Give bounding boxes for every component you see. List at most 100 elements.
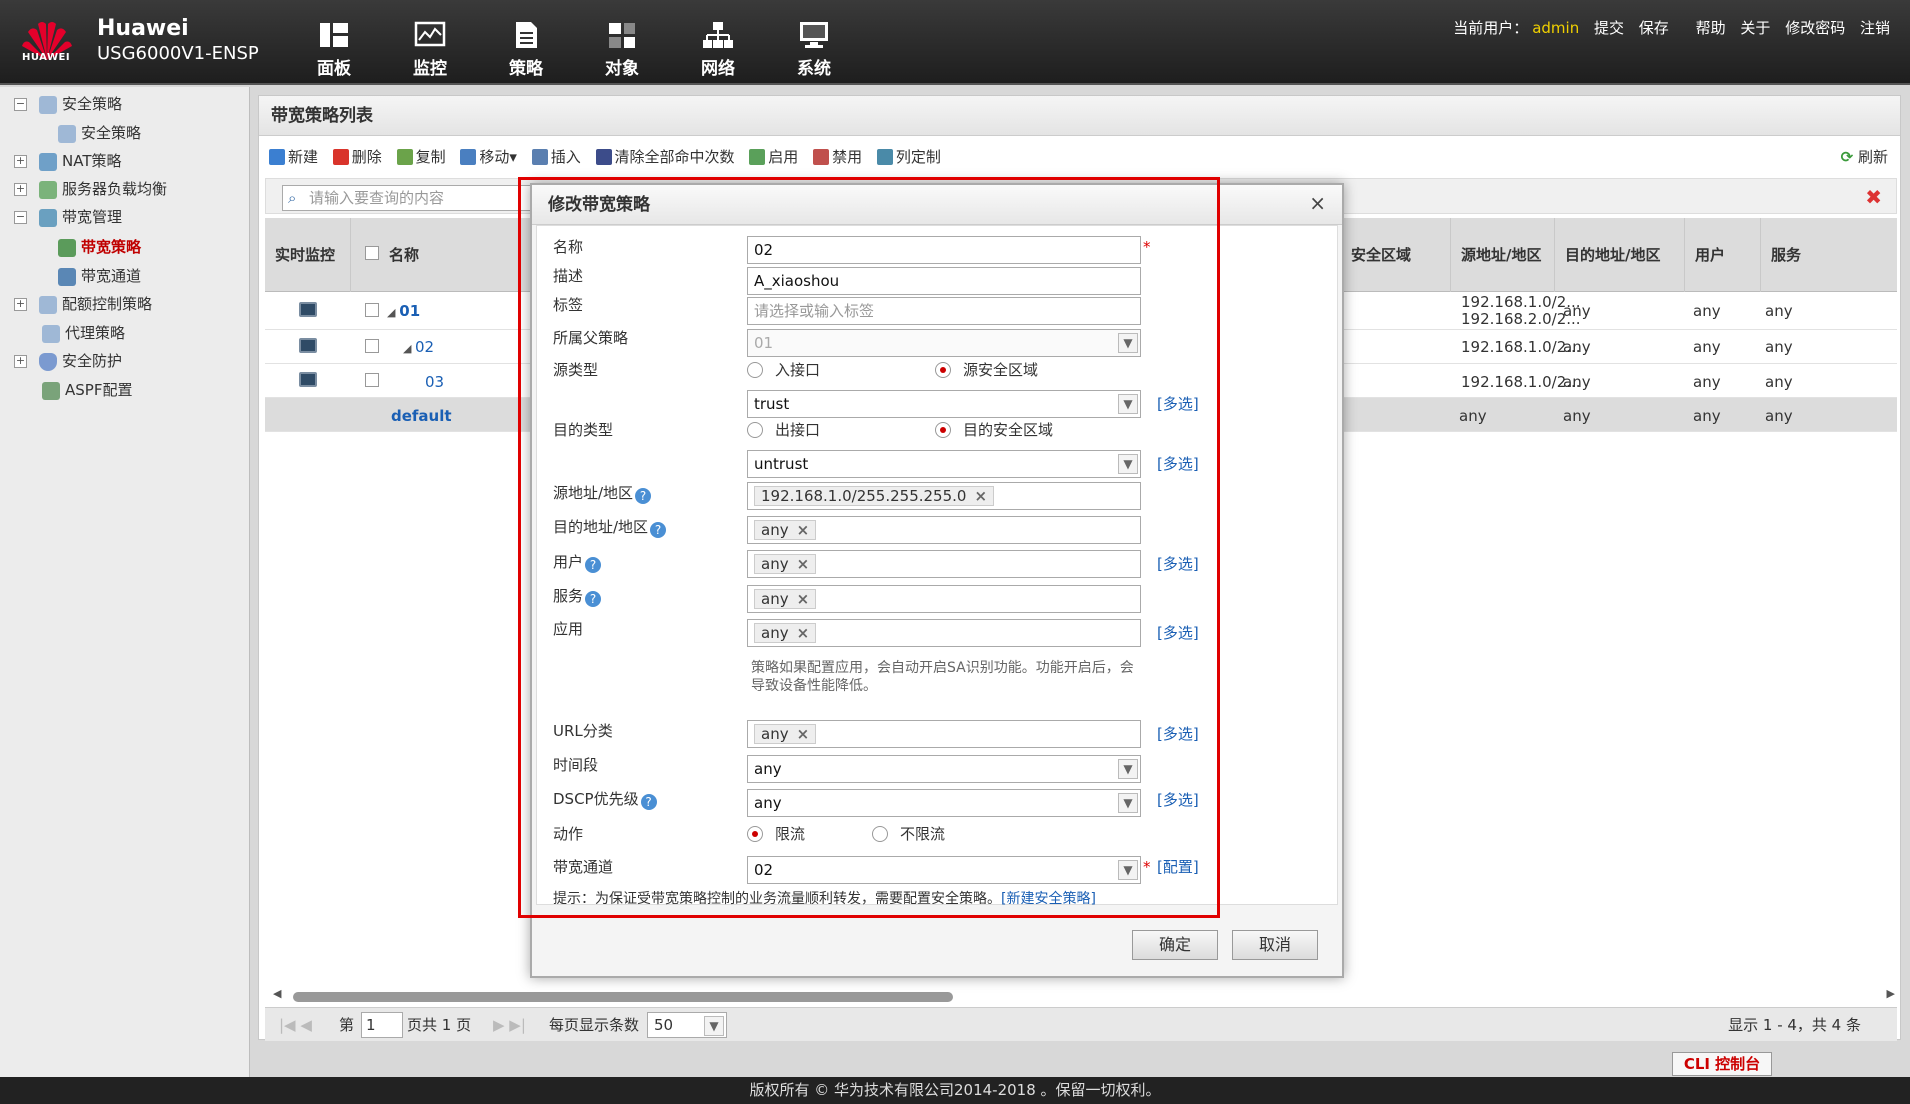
col-src-addr[interactable]: 源地址/地区 (1451, 218, 1555, 292)
expand-icon[interactable]: + (14, 298, 27, 311)
row-checkbox[interactable] (365, 339, 379, 353)
row-name[interactable]: ◢ 01 (387, 303, 420, 321)
tree-slb[interactable]: + 服务器负载均衡 (14, 177, 167, 201)
row-checkbox[interactable] (365, 303, 379, 317)
move-button[interactable]: 移动▾ (460, 144, 517, 170)
col-src-zone[interactable]: 安全区域 (1351, 218, 1451, 292)
tree-label: 安全防护 (62, 352, 123, 370)
refresh-icon: ⟳ (1840, 148, 1854, 166)
row-dst-addr: any (1563, 338, 1591, 356)
top-bar: HUAWEI Huawei USG6000V1-ENSP 面板 监控 策略 对象… (0, 0, 1910, 85)
insert-button[interactable]: 插入 (531, 144, 581, 170)
tree-proxy-policy[interactable]: 代理策略 (42, 321, 125, 345)
page-label: 第 (339, 1016, 355, 1034)
tree-toggle-icon[interactable]: ◢ (387, 306, 399, 319)
delete-icon (332, 149, 349, 165)
shield-icon (39, 352, 57, 371)
current-user-label: 当前用户： (1453, 19, 1529, 37)
tree-bandwidth-channel[interactable]: 带宽通道 (58, 264, 141, 288)
row-checkbox[interactable] (365, 373, 379, 387)
tree-toggle-icon[interactable]: ◢ (403, 342, 415, 355)
tree-security-protect[interactable]: + 安全防护 (14, 349, 122, 373)
row-name[interactable]: 03 (425, 374, 444, 391)
disable-icon (813, 149, 830, 165)
nav-label: 系统 (797, 59, 831, 79)
enable-icon (749, 149, 766, 165)
button-label: 移动▾ (479, 148, 517, 166)
nav-policy[interactable]: 策略 (486, 20, 566, 82)
cancel-button[interactable]: 取消 (1232, 930, 1318, 960)
scroll-right-icon[interactable]: ▶ (1887, 987, 1895, 1000)
load-balance-icon (39, 180, 57, 199)
per-page-label: 每页显示条数 (549, 1016, 640, 1034)
refresh-button[interactable]: ⟳ 刷新 (1841, 144, 1888, 170)
button-label: 禁用 (832, 148, 863, 166)
nav-monitor[interactable]: 监控 (390, 20, 470, 82)
collapse-icon[interactable]: − (14, 98, 27, 111)
first-page-icon[interactable]: |◀ ◀ (279, 1008, 312, 1042)
tree-security-policy-child[interactable]: 安全策略 (58, 121, 141, 145)
row-service: any (1765, 373, 1793, 391)
monitor-icon[interactable] (299, 338, 317, 353)
disable-button[interactable]: 禁用 (813, 144, 862, 170)
tree-bandwidth-policy[interactable]: 带宽策略 (58, 235, 141, 259)
collapse-icon[interactable]: − (14, 211, 27, 224)
bandwidth-channel-icon (58, 267, 76, 286)
tree-nat-policy[interactable]: + NAT策略 (14, 149, 121, 173)
close-icon[interactable]: × (1309, 191, 1326, 215)
col-user[interactable]: 用户 (1685, 218, 1761, 292)
nav-network[interactable]: 网络 (678, 20, 758, 82)
policy-tree: − 安全策略 安全策略 + NAT策略 + 服务器负载均衡 − 带宽管理 带宽策略 带宽… (0, 87, 250, 1077)
delete-button[interactable]: 删除 (332, 144, 382, 170)
cli-console-button[interactable]: CLI 控制台 (1672, 1052, 1772, 1076)
expand-icon[interactable]: + (14, 355, 27, 368)
horizontal-scrollbar[interactable]: ◀ ▶ (273, 987, 1895, 1003)
logout-link[interactable]: 注销 (1860, 19, 1890, 37)
col-dst-addr[interactable]: 目的地址/地区 (1555, 218, 1685, 292)
bandwidth-policy-icon (58, 238, 76, 257)
expand-icon[interactable]: + (14, 155, 27, 168)
button-label: 删除 (351, 148, 382, 166)
nav-system[interactable]: 系统 (774, 20, 854, 82)
security-policy-icon (58, 124, 76, 143)
column-custom-button[interactable]: 列定制 (876, 144, 941, 170)
ok-button[interactable]: 确定 (1132, 930, 1218, 960)
about-link[interactable]: 关于 (1740, 19, 1770, 37)
col-monitor[interactable]: 实时监控 (265, 218, 351, 292)
page-input[interactable]: 1 (361, 1012, 403, 1038)
toolbar: 新建 删除 复制 移动▾ 插入 清除全部命中次数 启用 禁用 列定制 (269, 144, 951, 170)
search-input[interactable]: ⌕ 请输入要查询的内容 (282, 185, 532, 211)
nav-object[interactable]: 对象 (582, 20, 662, 82)
clear-hits-button[interactable]: 清除全部命中次数 (595, 144, 735, 170)
dashboard-icon (320, 23, 348, 47)
search-icon: ⌕ (288, 189, 297, 207)
monitor-icon[interactable] (299, 302, 317, 317)
row-name[interactable]: default (391, 408, 452, 425)
save-link[interactable]: 保存 (1639, 19, 1669, 37)
submit-link[interactable]: 提交 (1594, 19, 1624, 37)
tree-label: NAT策略 (62, 152, 122, 170)
scroll-left-icon[interactable]: ◀ (273, 987, 281, 1000)
clear-search-icon[interactable]: ✖ (1865, 185, 1882, 209)
monitor-icon[interactable] (299, 372, 317, 387)
expand-icon[interactable]: + (14, 183, 27, 196)
tree-quota-policy[interactable]: + 配额控制策略 (14, 292, 152, 316)
help-link[interactable]: 帮助 (1696, 19, 1726, 37)
search-placeholder: 请输入要查询的内容 (309, 189, 445, 207)
enable-button[interactable]: 启用 (749, 144, 798, 170)
change-password-link[interactable]: 修改密码 (1785, 19, 1845, 37)
tree-security-policy[interactable]: − 安全策略 (14, 92, 122, 116)
tree-bandwidth-mgmt[interactable]: − 带宽管理 (14, 205, 122, 229)
scroll-thumb[interactable] (293, 992, 953, 1002)
tree-aspf[interactable]: ASPF配置 (42, 378, 132, 402)
row-name[interactable]: ◢ 02 (403, 339, 434, 357)
nav-dashboard[interactable]: 面板 (294, 20, 374, 82)
new-button[interactable]: 新建 (269, 144, 318, 170)
per-page-select[interactable]: 50 ▼ (647, 1012, 727, 1038)
next-page-icon[interactable]: ▶ ▶| (493, 1008, 526, 1042)
system-icon (800, 22, 828, 48)
brand-name: Huawei (97, 16, 189, 41)
highlight-box (518, 177, 1220, 918)
copy-button[interactable]: 复制 (396, 144, 446, 170)
col-service[interactable]: 服务 (1761, 218, 1897, 292)
